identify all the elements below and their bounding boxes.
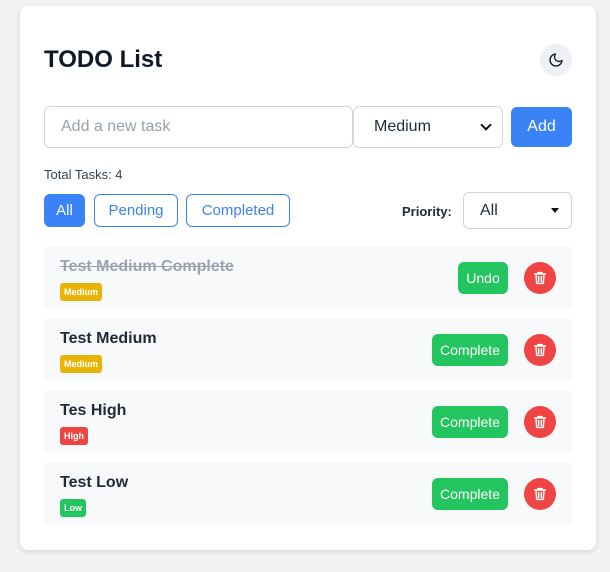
task-title: Test Medium Complete: [60, 258, 234, 275]
trash-icon: [533, 271, 547, 285]
moon-icon: [549, 53, 563, 67]
delete-button[interactable]: [524, 478, 556, 510]
trash-icon: [533, 487, 547, 501]
caret-down-icon: [551, 208, 559, 213]
trash-icon: [533, 415, 547, 429]
complete-button[interactable]: Complete: [432, 334, 508, 366]
priority-badge: Low: [60, 499, 86, 517]
filter-completed-button[interactable]: Completed: [186, 194, 290, 227]
task-item: Test Low Low Complete: [44, 462, 572, 525]
filter-all-button[interactable]: All: [44, 194, 85, 227]
chevron-down-icon: [480, 119, 492, 131]
task-item: Tes High High Complete: [44, 390, 572, 453]
task-title: Test Medium: [60, 330, 157, 347]
task-title: Tes High: [60, 402, 127, 419]
priority-badge: Medium: [60, 355, 103, 373]
new-task-input[interactable]: [44, 106, 353, 148]
task-item: Test Medium Complete Medium Undo: [44, 246, 572, 309]
priority-filter-value: All: [480, 201, 498, 219]
priority-badge: Medium: [60, 283, 103, 301]
complete-button[interactable]: Complete: [432, 478, 508, 510]
todo-card: TODO List Medium Add Total Tasks: 4 All …: [20, 6, 596, 550]
delete-button[interactable]: [524, 406, 556, 438]
task-item: Test Medium Medium Complete: [44, 318, 572, 381]
priority-filter-label: Priority:: [402, 204, 452, 219]
page-title: TODO List: [44, 46, 163, 73]
add-task-button[interactable]: Add: [511, 107, 572, 147]
undo-button[interactable]: Undo: [458, 262, 508, 294]
complete-button[interactable]: Complete: [432, 406, 508, 438]
priority-filter-select[interactable]: All: [463, 192, 572, 229]
priority-badge: High: [60, 427, 88, 445]
task-title: Test Low: [60, 474, 129, 491]
delete-button[interactable]: [524, 262, 556, 294]
filter-pending-button[interactable]: Pending: [94, 194, 178, 227]
total-tasks-count: Total Tasks: 4: [44, 167, 123, 182]
delete-button[interactable]: [524, 334, 556, 366]
theme-toggle-button[interactable]: [540, 44, 572, 76]
priority-select-value: Medium: [374, 118, 431, 135]
new-task-priority-select[interactable]: Medium: [353, 106, 503, 148]
trash-icon: [533, 343, 547, 357]
